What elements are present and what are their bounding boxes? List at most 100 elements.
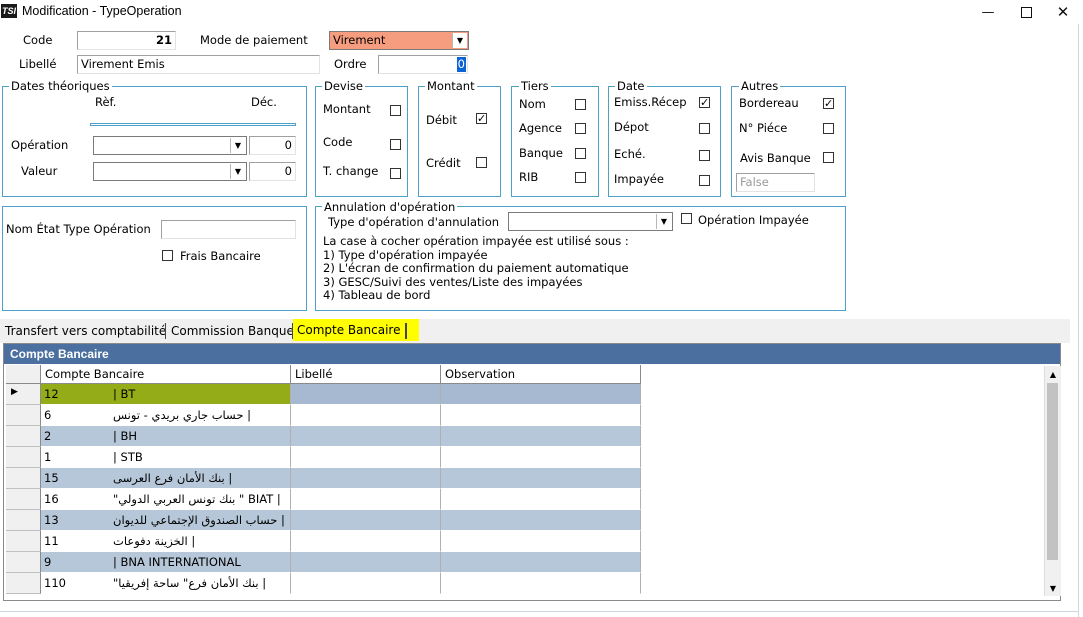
bank-name: | BT xyxy=(113,387,136,401)
table-row-compte-cell[interactable]: 9 | BNA INTERNATIONAL xyxy=(41,552,291,573)
table-row-observation-cell[interactable] xyxy=(441,489,641,510)
devise-code-checkbox[interactable] xyxy=(390,139,401,150)
table-row-libelle-cell[interactable] xyxy=(291,426,441,447)
table-row-compte-cell[interactable]: 13 حساب الصندوق الإجتماعي للديوان | xyxy=(41,510,291,531)
autres-false-field[interactable]: False xyxy=(736,173,815,192)
table-row-observation-cell[interactable] xyxy=(441,447,641,468)
grid-corner xyxy=(6,365,41,384)
row-header[interactable] xyxy=(6,489,41,510)
scroll-thumb[interactable] xyxy=(1047,383,1058,560)
nom-etat-field[interactable] xyxy=(161,220,296,239)
table-row-libelle-cell[interactable] xyxy=(291,552,441,573)
tiers-rib-checkbox[interactable] xyxy=(575,172,586,183)
table-row-libelle-cell[interactable] xyxy=(291,489,441,510)
code-field[interactable]: 21 xyxy=(77,31,176,50)
account-code: 13 xyxy=(44,513,59,527)
row-header[interactable] xyxy=(6,405,41,426)
row-header[interactable]: ▶ xyxy=(6,384,41,405)
operation-ref-select[interactable]: ▼ xyxy=(93,136,247,155)
depot-checkbox[interactable] xyxy=(699,123,710,134)
tab-compte-bancaire[interactable]: Compte Bancaire xyxy=(293,319,419,341)
row-header[interactable] xyxy=(6,573,41,594)
operation-dec-field[interactable]: 0 xyxy=(249,136,296,155)
type-annulation-select[interactable]: ▼ xyxy=(508,212,673,231)
table-row-libelle-cell[interactable] xyxy=(291,573,441,594)
impayee-checkbox[interactable] xyxy=(699,175,710,186)
tiers-banque-checkbox[interactable] xyxy=(575,148,586,159)
table-row-observation-cell[interactable] xyxy=(441,468,641,489)
tiers-nom-label: Nom xyxy=(519,97,546,111)
devise-montant-checkbox[interactable] xyxy=(390,105,401,116)
table-row-libelle-cell[interactable] xyxy=(291,468,441,489)
table-row-observation-cell[interactable] xyxy=(441,405,641,426)
grid-title: Compte Bancaire xyxy=(10,347,109,361)
scroll-up-icon[interactable]: ▲ xyxy=(1045,366,1061,382)
table-row-observation-cell[interactable] xyxy=(441,384,641,405)
chevron-down-icon[interactable]: ▼ xyxy=(452,33,467,48)
column-header-libelle[interactable]: Libellé xyxy=(291,365,441,384)
scroll-down-icon[interactable]: ▼ xyxy=(1045,580,1061,596)
table-row-observation-cell[interactable] xyxy=(441,552,641,573)
tiers-agence-checkbox[interactable] xyxy=(575,123,586,134)
table-row-compte-cell[interactable]: 1 | STB xyxy=(41,447,291,468)
credit-checkbox[interactable] xyxy=(476,157,487,168)
table-row-observation-cell[interactable] xyxy=(441,426,641,447)
row-header[interactable] xyxy=(6,552,41,573)
table-row-compte-cell[interactable]: 15 بنك الأمان فرع العرسى | xyxy=(41,468,291,489)
devise-tchange-checkbox[interactable] xyxy=(390,168,401,179)
row-header[interactable] xyxy=(6,468,41,489)
close-icon: ✕ xyxy=(1056,3,1070,21)
close-button[interactable]: ✕ xyxy=(1040,0,1083,24)
valeur-dec-field[interactable]: 0 xyxy=(249,162,296,181)
table-row-compte-cell[interactable]: 12 | BT xyxy=(41,384,291,405)
table-row-compte-cell[interactable]: 6 حساب جاري بريدي - تونس | xyxy=(41,405,291,426)
bank-name: "بنك الأمان فرع" ساحة إفريقيا | xyxy=(113,576,267,590)
tab-transfert-comptabilite[interactable]: Transfert vers comptabilité xyxy=(1,320,170,342)
table-row-libelle-cell[interactable] xyxy=(291,447,441,468)
annulation-title: Annulation d'opération xyxy=(322,200,458,214)
operation-impayee-checkbox[interactable] xyxy=(681,213,692,224)
table-row-compte-cell[interactable]: 16 "بنك تونس العربي الدولي " BIAT | xyxy=(41,489,291,510)
ref-label: Rèf. xyxy=(95,95,117,109)
table-row-compte-cell[interactable]: 2 | BH xyxy=(41,426,291,447)
row-header[interactable] xyxy=(6,447,41,468)
no-piece-checkbox[interactable] xyxy=(823,123,834,134)
table-row-observation-cell[interactable] xyxy=(441,573,641,594)
chevron-down-icon[interactable]: ▼ xyxy=(230,164,245,179)
tiers-agence-label: Agence xyxy=(519,121,562,135)
row-header[interactable] xyxy=(6,510,41,531)
bordereau-checkbox[interactable]: ✓ xyxy=(823,98,834,109)
table-row-compte-cell[interactable]: 11 الخزينة دفوعات | xyxy=(41,531,291,552)
window-title: Modification - TypeOperation xyxy=(22,4,182,18)
valeur-ref-select[interactable]: ▼ xyxy=(93,162,247,181)
table-row-libelle-cell[interactable] xyxy=(291,405,441,426)
table-row-observation-cell[interactable] xyxy=(441,531,641,552)
row-header[interactable] xyxy=(6,531,41,552)
tiers-banque-label: Banque xyxy=(519,146,563,160)
table-row-libelle-cell[interactable] xyxy=(291,531,441,552)
emiss-recep-checkbox[interactable]: ✓ xyxy=(699,97,710,108)
mode-paiement-select[interactable]: Virement ▼ xyxy=(329,31,469,50)
debit-checkbox[interactable]: ✓ xyxy=(476,113,487,124)
vertical-scrollbar[interactable]: ▲ ▼ xyxy=(1044,366,1061,596)
eche-checkbox[interactable] xyxy=(699,150,710,161)
column-header-compte[interactable]: Compte Bancaire xyxy=(41,365,291,384)
column-header-observation[interactable]: Observation xyxy=(441,365,641,384)
libelle-field[interactable]: Virement Emis xyxy=(77,55,320,74)
table-row-libelle-cell[interactable] xyxy=(291,384,441,405)
chevron-down-icon[interactable]: ▼ xyxy=(656,214,671,229)
avis-banque-checkbox[interactable] xyxy=(823,152,834,163)
table-row-compte-cell[interactable]: 110 "بنك الأمان فرع" ساحة إفريقيا | xyxy=(41,573,291,594)
chevron-down-icon[interactable]: ▼ xyxy=(230,138,245,153)
libelle-label: Libellé xyxy=(19,57,57,71)
ordre-field[interactable]: 0 xyxy=(378,55,468,74)
grid-title-bar: Compte Bancaire xyxy=(4,344,1060,364)
account-code: 12 xyxy=(44,387,59,401)
tiers-title: Tiers xyxy=(519,79,551,93)
row-header[interactable] xyxy=(6,426,41,447)
frais-bancaire-checkbox[interactable] xyxy=(162,250,173,261)
table-row-observation-cell[interactable] xyxy=(441,510,641,531)
tab-commission-banque[interactable]: Commission Banque xyxy=(167,320,298,342)
table-row-libelle-cell[interactable] xyxy=(291,510,441,531)
tiers-nom-checkbox[interactable] xyxy=(575,99,586,110)
